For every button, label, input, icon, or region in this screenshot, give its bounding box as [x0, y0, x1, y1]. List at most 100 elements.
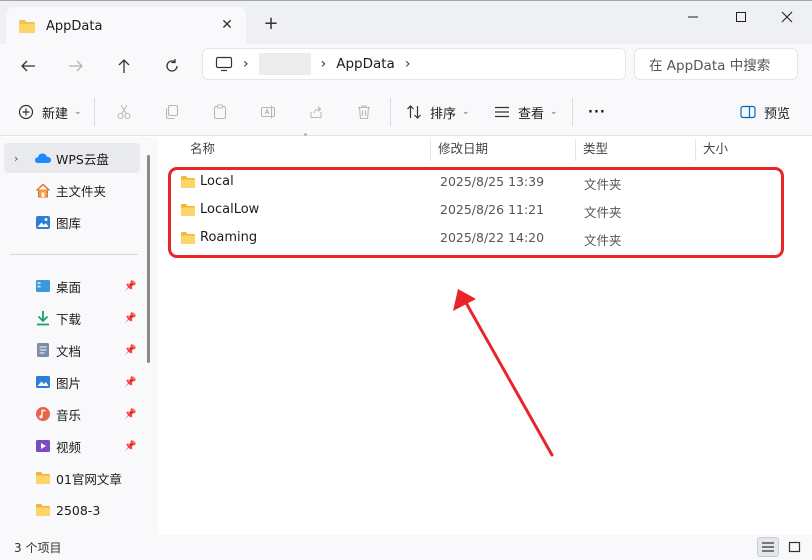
- sidebar-item-home[interactable]: 主文件夹: [4, 175, 140, 205]
- breadcrumb-user-redacted[interactable]: [258, 53, 311, 75]
- tab-title: AppData: [46, 18, 103, 34]
- gallery-icon: [34, 214, 52, 230]
- sidebar-label: 01官网文章: [56, 471, 122, 487]
- sidebar-item-documents[interactable]: 文档 📌: [4, 335, 140, 365]
- preview-button[interactable]: 预览: [740, 100, 790, 124]
- preview-pane-icon: [740, 105, 756, 119]
- sidebar-item-videos[interactable]: 视频 📌: [4, 431, 140, 461]
- command-bar: 新建 ⌄ 排序 ⌄ 查看 ⌄ ··· 预览: [0, 88, 812, 136]
- details-view-icon: [762, 542, 774, 552]
- sort-label: 排序: [430, 106, 457, 122]
- back-button[interactable]: [14, 54, 42, 78]
- address-bar[interactable]: › › AppData ›: [202, 48, 626, 80]
- delete-button[interactable]: [354, 102, 374, 122]
- file-list: ˄ 名称 修改日期 类型 大小 Local 2025/8/25 13:39 文件…: [160, 133, 812, 535]
- red-arrow-annotation: [453, 289, 554, 457]
- paste-button[interactable]: [210, 102, 230, 122]
- picture-icon: [34, 374, 52, 390]
- sidebar-label: 下载: [56, 311, 82, 327]
- desktop-icon: [34, 278, 52, 294]
- scissors-icon: [117, 104, 131, 120]
- sidebar-item-downloads[interactable]: 下载 📌: [4, 303, 140, 333]
- preview-label: 预览: [764, 106, 791, 122]
- chevron-down-icon: ⌄: [74, 107, 82, 117]
- folder-icon: [34, 502, 52, 518]
- chevron-right-icon[interactable]: ›: [405, 56, 411, 72]
- new-button[interactable]: 新建 ⌄: [18, 100, 82, 124]
- pin-icon[interactable]: 📌: [124, 377, 136, 388]
- sidebar-item-folder-01[interactable]: 01官网文章: [4, 463, 140, 493]
- tiles-view-icon: [788, 541, 800, 553]
- document-icon: [34, 342, 52, 358]
- sidebar-item-folder-2508[interactable]: 2508-3: [4, 495, 140, 525]
- view-button[interactable]: 查看 ⌄: [494, 100, 558, 124]
- refresh-icon: [166, 59, 178, 72]
- cloud-icon: [34, 150, 52, 166]
- pin-icon[interactable]: 📌: [124, 345, 136, 356]
- title-bar: AppData ✕ +: [0, 0, 812, 45]
- chevron-down-icon: ⌄: [462, 107, 470, 117]
- sidebar-divider: [10, 254, 138, 255]
- pin-icon[interactable]: 📌: [124, 409, 136, 420]
- view-list-icon: [495, 106, 509, 118]
- new-label: 新建: [42, 106, 69, 122]
- music-icon: [34, 406, 52, 422]
- sidebar-label: 桌面: [56, 279, 82, 295]
- share-icon: [310, 106, 322, 119]
- sidebar-scrollbar[interactable]: [147, 155, 150, 363]
- minimize-button[interactable]: [670, 5, 716, 29]
- sidebar-item-desktop[interactable]: 桌面 📌: [4, 271, 140, 301]
- navigation-pane: › WPS云盘 主文件夹 图库 桌面 📌 下载 📌 文档 📌 图片 📌 音乐 📌…: [0, 137, 158, 535]
- sort-button[interactable]: 排序 ⌄: [406, 100, 470, 124]
- share-button[interactable]: [306, 102, 326, 122]
- details-view-button[interactable]: [757, 537, 779, 557]
- more-options-button[interactable]: ···: [588, 100, 606, 124]
- tab-appdata[interactable]: AppData ✕: [6, 7, 246, 45]
- arrow-right-icon: [69, 60, 83, 72]
- computer-icon: [215, 56, 233, 72]
- clipboard-icon: [213, 104, 227, 120]
- tiles-view-button[interactable]: [783, 537, 805, 557]
- sidebar-label: 图片: [56, 375, 82, 391]
- maximize-icon: [736, 12, 746, 22]
- video-icon: [34, 438, 52, 454]
- up-button[interactable]: [110, 54, 138, 78]
- search-input[interactable]: 在 AppData 中搜索: [634, 48, 798, 80]
- sidebar-label: WPS云盘: [56, 151, 109, 167]
- toolbar-divider: [390, 98, 391, 126]
- sidebar-item-music[interactable]: 音乐 📌: [4, 399, 140, 429]
- copy-button[interactable]: [162, 102, 182, 122]
- sidebar-label: 视频: [56, 439, 82, 455]
- sidebar-item-gallery[interactable]: 图库: [4, 207, 140, 237]
- breadcrumb-appdata[interactable]: AppData: [336, 56, 395, 72]
- status-bar: 3 个项目: [0, 535, 812, 560]
- arrow-up-icon: [118, 59, 130, 73]
- sidebar-item-pictures[interactable]: 图片 📌: [4, 367, 140, 397]
- toolbar-divider: [572, 98, 573, 126]
- pin-icon[interactable]: 📌: [124, 281, 136, 292]
- rename-button[interactable]: [258, 102, 278, 122]
- chevron-right-icon: ›: [243, 56, 249, 72]
- folder-icon: [34, 470, 52, 486]
- pin-icon[interactable]: 📌: [124, 313, 136, 324]
- item-count: 3 个项目: [14, 541, 62, 555]
- maximize-button[interactable]: [718, 5, 764, 29]
- trash-icon: [358, 105, 370, 120]
- minimize-icon: [688, 16, 698, 18]
- close-tab-icon[interactable]: ✕: [218, 16, 236, 34]
- sidebar-label: 音乐: [56, 407, 82, 423]
- new-tab-button[interactable]: +: [260, 13, 282, 35]
- refresh-button[interactable]: [158, 54, 186, 78]
- sidebar-label: 2508-3: [56, 502, 101, 518]
- forward-button[interactable]: [62, 54, 90, 78]
- close-icon: [781, 11, 793, 23]
- sidebar-label: 主文件夹: [56, 183, 107, 199]
- cut-button[interactable]: [114, 102, 134, 122]
- pin-icon[interactable]: 📌: [124, 441, 136, 452]
- sidebar-item-wps-cloud[interactable]: › WPS云盘: [4, 143, 140, 173]
- close-window-button[interactable]: [764, 5, 810, 29]
- chevron-right-icon: ›: [320, 56, 327, 72]
- arrow-left-icon: [21, 60, 35, 72]
- chevron-right-icon[interactable]: ›: [14, 152, 18, 165]
- view-label: 查看: [518, 106, 545, 122]
